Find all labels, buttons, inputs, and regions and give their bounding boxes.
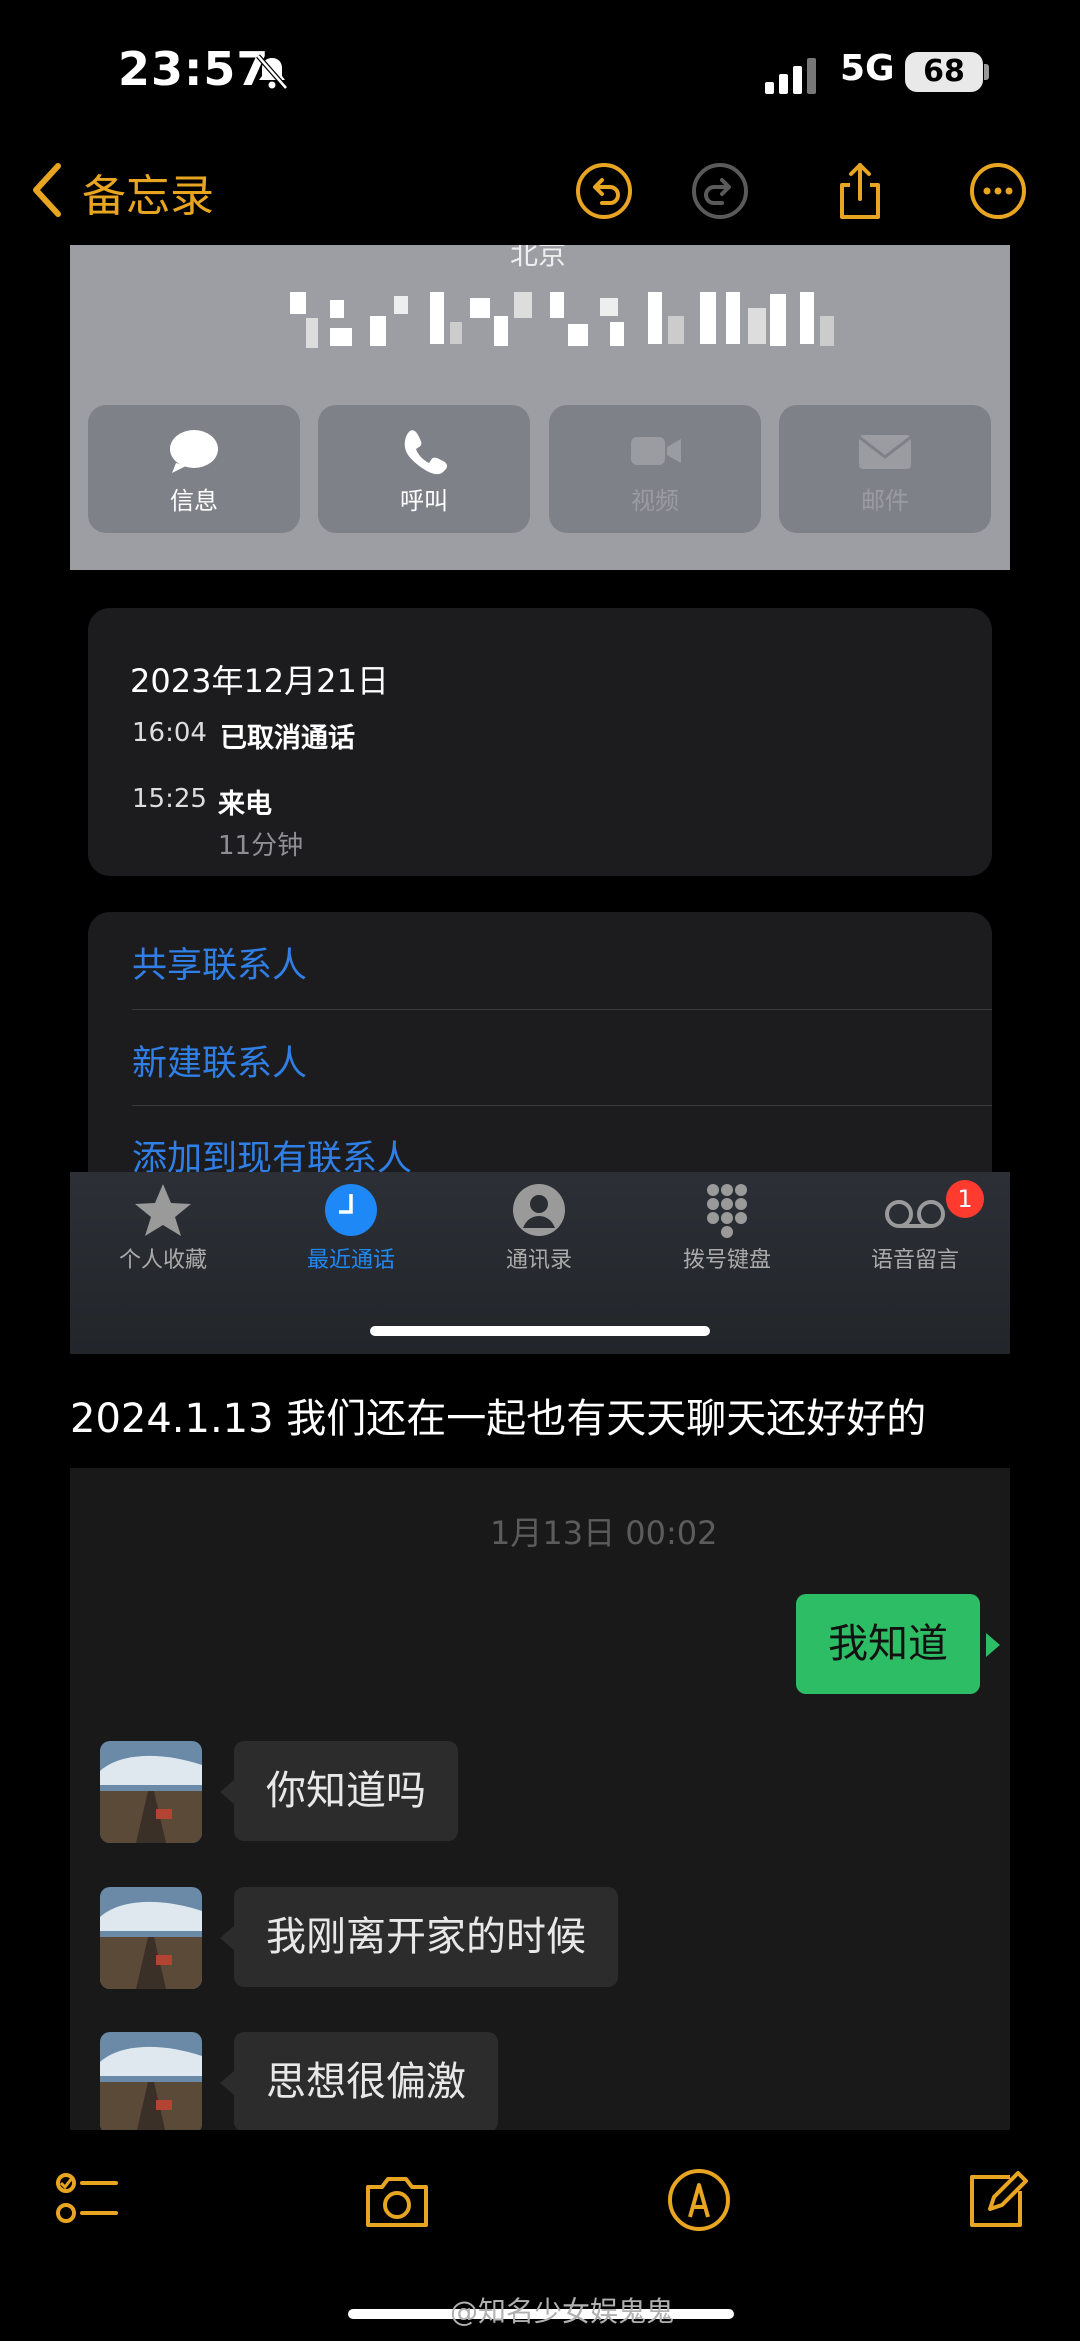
compose-icon[interactable] <box>962 2165 1032 2235</box>
message-bubble-received: 思想很偏激 <box>234 2032 498 2132</box>
camera-icon[interactable] <box>362 2165 432 2235</box>
share-contact-link[interactable]: 共享联系人 <box>132 937 307 988</box>
home-indicator <box>370 1326 710 1336</box>
pixelated-phone-number <box>290 292 834 348</box>
tab-label: 通讯录 <box>505 1248 572 1273</box>
contact-location: 北京 <box>510 238 567 271</box>
recent-calls-date: 2023年12月21日 <box>130 662 389 700</box>
contact-video-button[interactable]: 视频 <box>549 405 761 533</box>
share-icon[interactable] <box>830 161 890 221</box>
tab-label: 拨号键盘 <box>682 1248 771 1273</box>
battery-level: 68 <box>905 52 983 92</box>
redo-icon[interactable] <box>690 161 750 221</box>
more-icon[interactable] <box>968 161 1028 221</box>
chat-timestamp: 1月13日 00:02 <box>490 1514 718 1552</box>
tab-contacts[interactable]: 通讯录 <box>444 1182 634 1282</box>
bell-slash-icon <box>256 54 288 90</box>
new-contact-link[interactable]: 新建联系人 <box>132 1035 307 1086</box>
call-type: 来电 <box>218 789 272 820</box>
tab-label: 语音留言 <box>870 1248 959 1273</box>
avatar <box>100 1741 202 1843</box>
chevron-left-icon[interactable] <box>30 160 66 220</box>
contact-mail-button[interactable]: 邮件 <box>779 405 991 533</box>
voicemail-icon <box>885 1200 945 1228</box>
contacts-icon <box>513 1184 565 1236</box>
chat-screenshot <box>70 1468 1010 2130</box>
message-bubble-sent: 我知道 <box>796 1594 980 1694</box>
bubble-tail <box>220 1926 234 1950</box>
mail-icon <box>858 435 912 469</box>
undo-icon[interactable] <box>574 161 634 221</box>
note-text[interactable]: 2024.1.13 我们还在一起也有天天聊天还好好的 <box>70 1386 926 1444</box>
call-time: 16:04 <box>132 718 207 748</box>
message-icon <box>170 430 218 473</box>
cellular-signal-icon <box>765 58 816 94</box>
status-time: 23:57 <box>118 42 270 96</box>
action-label: 呼叫 <box>400 487 448 515</box>
tab-recents[interactable]: 最近通话 <box>256 1182 446 1282</box>
call-time: 15:25 <box>132 784 207 814</box>
message-bubble-received: 你知道吗 <box>234 1741 458 1841</box>
call-duration: 11分钟 <box>218 831 304 861</box>
markup-pen-icon[interactable] <box>664 2165 734 2235</box>
battery-tip <box>984 64 989 80</box>
contact-message-button[interactable]: 信息 <box>88 405 300 533</box>
bubble-tail <box>220 1780 234 1804</box>
checklist-icon[interactable] <box>52 2165 122 2235</box>
bubble-tail <box>986 1633 1000 1657</box>
avatar <box>100 1887 202 1989</box>
tab-favorites[interactable]: 个人收藏 <box>68 1182 258 1282</box>
keypad-icon <box>707 1184 747 1238</box>
clock-icon <box>325 1184 377 1236</box>
action-label: 视频 <box>631 487 679 515</box>
star-icon <box>135 1184 191 1236</box>
bubble-tail <box>220 2071 234 2095</box>
avatar <box>100 2032 202 2134</box>
action-label: 信息 <box>170 487 218 515</box>
divider <box>132 1105 992 1106</box>
video-icon <box>631 437 681 465</box>
tab-keypad[interactable]: 拨号键盘 <box>632 1182 822 1282</box>
phone-icon <box>404 430 447 475</box>
message-bubble-received: 我刚离开家的时候 <box>234 1887 618 1987</box>
tab-label: 个人收藏 <box>118 1248 207 1273</box>
network-type: 5G <box>840 48 895 89</box>
contact-call-button[interactable]: 呼叫 <box>318 405 530 533</box>
tab-label: 最近通话 <box>306 1248 395 1273</box>
watermark: @知名少女娱鬼鬼 <box>450 2295 675 2328</box>
action-label: 邮件 <box>861 487 909 515</box>
back-button-label[interactable]: 备忘录 <box>82 160 214 224</box>
divider <box>132 1009 992 1010</box>
voicemail-badge: 1 <box>946 1180 984 1218</box>
call-type: 已取消通话 <box>220 723 355 754</box>
add-to-existing-contact-link[interactable]: 添加到现有联系人 <box>132 1130 412 1172</box>
